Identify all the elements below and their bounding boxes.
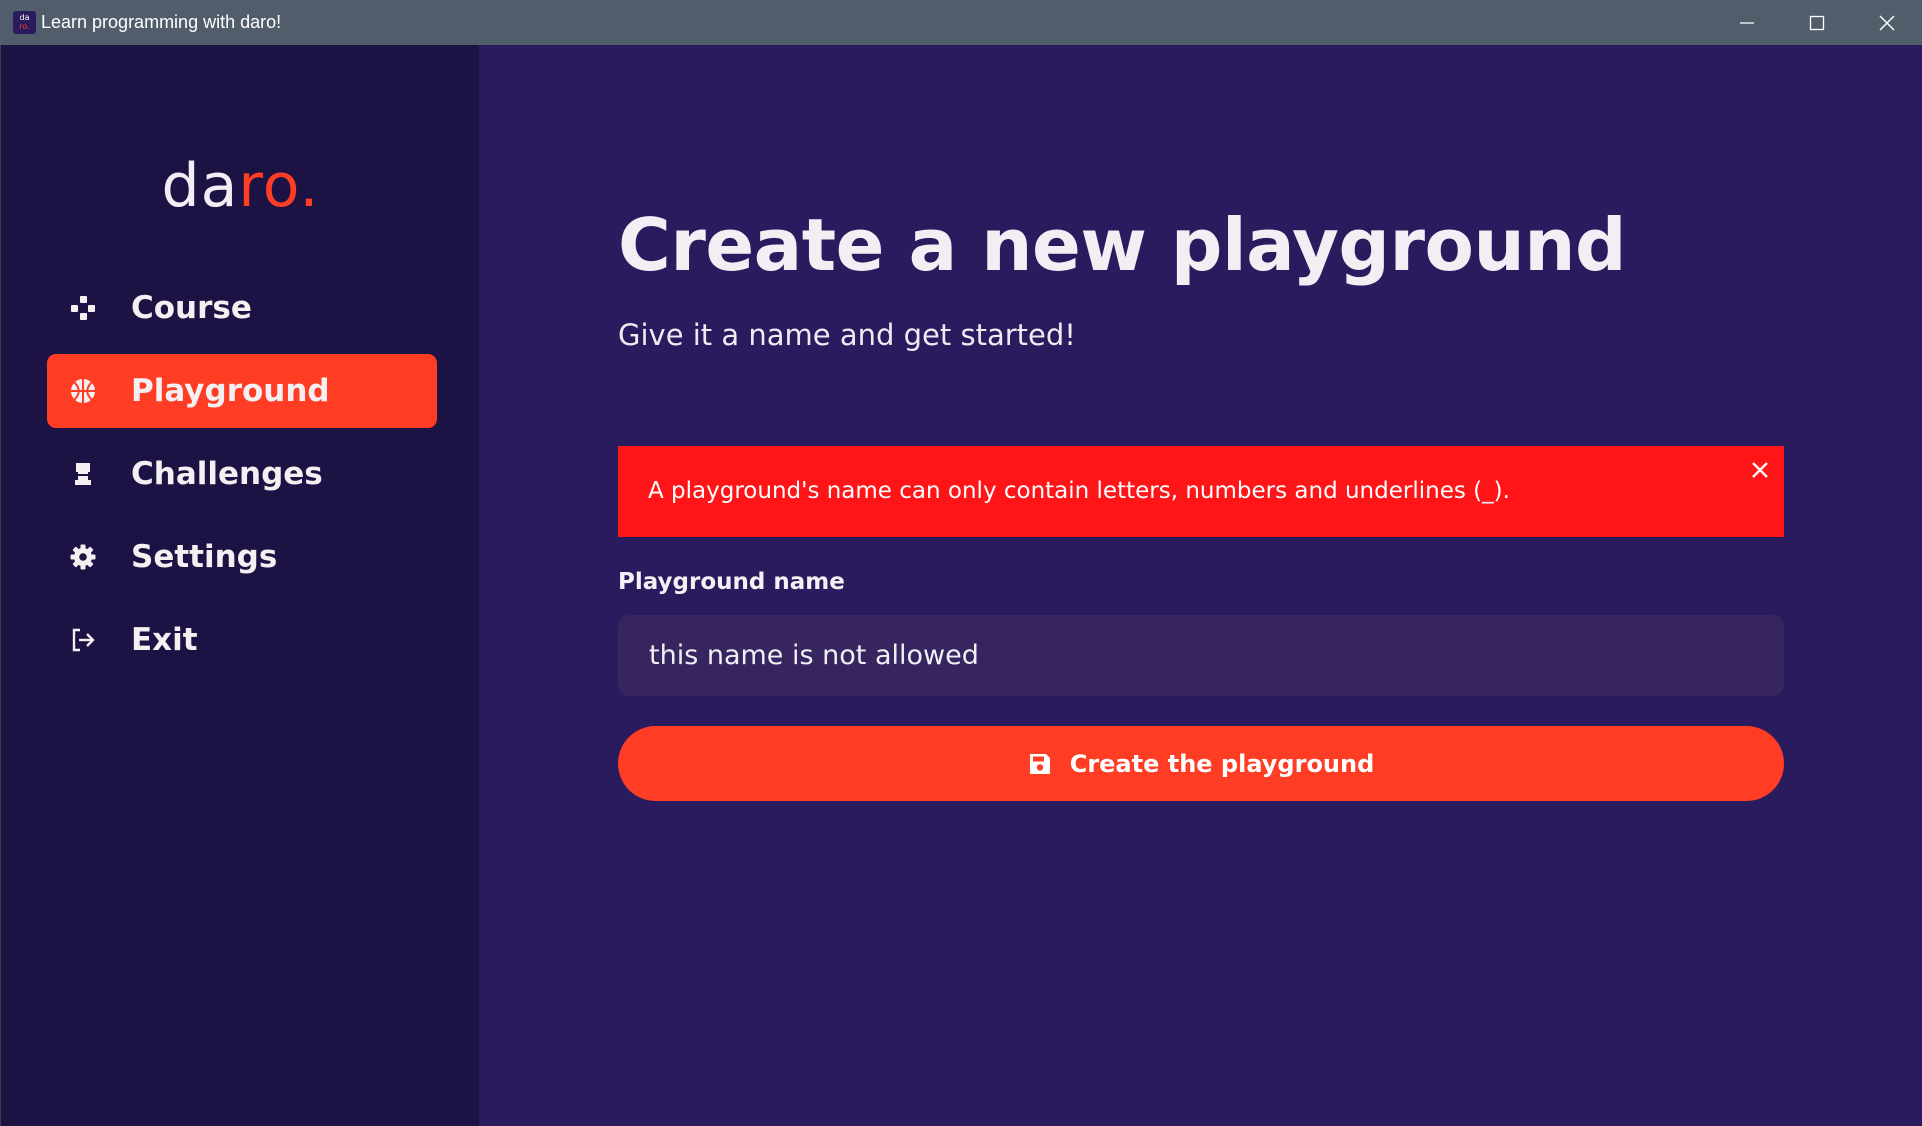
window-title: Learn programming with daro! [41,12,282,32]
sidebar-item-label: Settings [131,539,278,575]
create-button-label: Create the playground [1069,749,1375,778]
sidebar-item-playground[interactable]: Playground [47,354,437,428]
sidebar-item-course[interactable]: Course [47,271,437,345]
basketball-icon [69,377,97,405]
app-icon-text-top: da [19,13,30,22]
app-icon-text-bottom: ro. [19,22,30,31]
window-titlebar: da ro. Learn programming with daro! [0,0,1922,45]
minimize-icon [1740,21,1754,24]
error-banner: A playground's name can only contain let… [618,446,1784,537]
sidebar-item-label: Playground [131,373,330,409]
maximize-icon [1809,15,1825,30]
error-close-button[interactable] [1746,456,1774,484]
sidebar: daro. Course Playground Challenges Setti… [0,45,479,1126]
logo-accent: ro. [238,151,320,221]
close-icon [1752,462,1768,478]
playground-name-input[interactable] [618,615,1784,696]
close-window-button[interactable] [1852,0,1922,45]
sidebar-item-label: Challenges [131,456,323,492]
logo-main: da [161,151,239,221]
gear-icon [69,543,97,571]
main-content: Create a new playground Give it a name a… [479,45,1922,1126]
sidebar-item-exit[interactable]: Exit [47,603,437,677]
page-subtitle: Give it a name and get started! [618,318,1076,352]
error-message: A playground's name can only contain let… [648,478,1510,504]
app-icon: da ro. [13,11,36,34]
daro-logo: daro. [1,151,480,221]
sign-out-icon [69,626,97,654]
minimize-button[interactable] [1712,0,1782,45]
chess-rook-icon [69,460,97,488]
page-title: Create a new playground [618,203,1627,287]
playground-name-label: Playground name [618,569,845,595]
save-icon [1028,752,1052,776]
sidebar-item-label: Course [131,290,252,326]
create-playground-button[interactable]: Create the playground [618,726,1784,801]
sidebar-item-label: Exit [131,622,198,658]
sidebar-item-challenges[interactable]: Challenges [47,437,437,511]
close-icon [1879,15,1895,30]
gamepad-icon [69,294,97,322]
maximize-button[interactable] [1782,0,1852,45]
sidebar-item-settings[interactable]: Settings [47,520,437,594]
